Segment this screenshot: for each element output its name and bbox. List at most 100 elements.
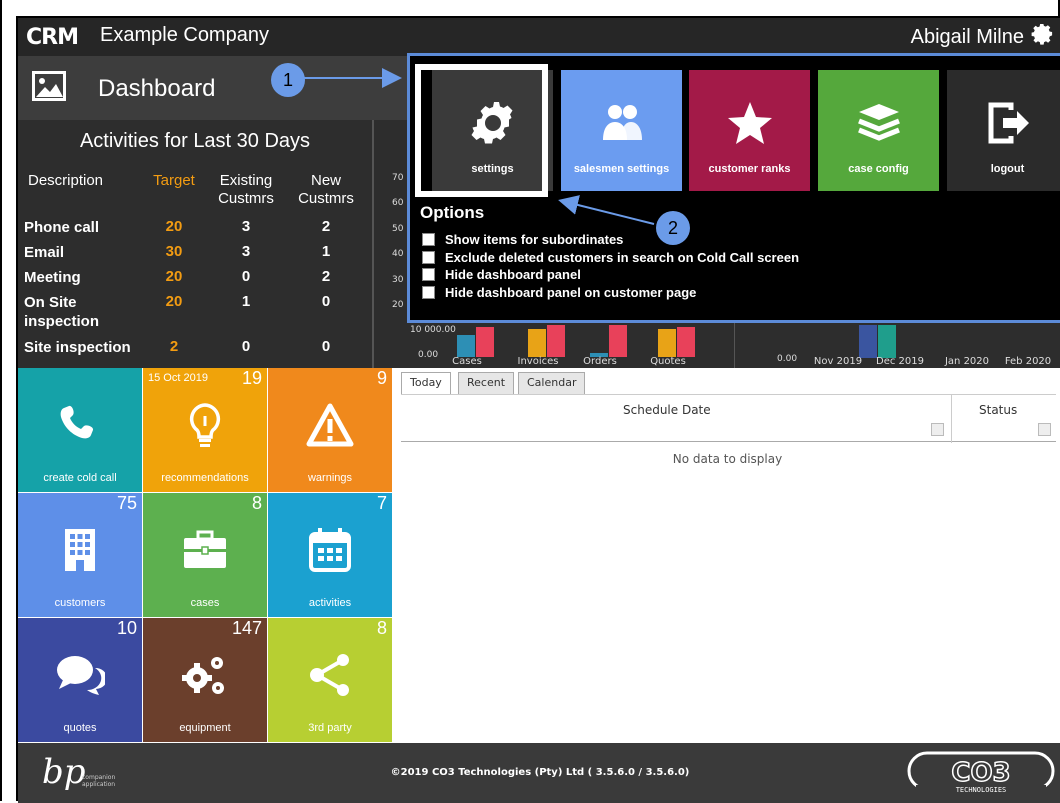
option-label: Exclude deleted customers in search on C…: [445, 249, 800, 265]
users-icon: [603, 105, 642, 140]
tile-label: warnings: [307, 472, 353, 484]
activity-existing: 3: [241, 218, 251, 235]
tile-count: 19: [241, 368, 262, 388]
warning-icon: [306, 403, 354, 447]
crm-app: CRM Example Company Abigail Milne Dashbo…: [16, 16, 1060, 803]
activity-existing: 1: [241, 293, 251, 310]
company-name: Example Company: [100, 24, 269, 46]
tile-date: 15 Oct 2019: [148, 372, 208, 384]
activity-description: Site inspection: [24, 339, 131, 356]
options-title: Options: [420, 203, 485, 222]
chart1-bar: [658, 329, 676, 357]
menu-case-config[interactable]: case config: [818, 70, 939, 191]
option-checkbox[interactable]: [422, 285, 435, 299]
crm-logo[interactable]: CRM: [26, 25, 79, 50]
option-row[interactable]: Hide dashboard panel: [422, 267, 581, 283]
tile-create-cold-call[interactable]: create cold call: [18, 368, 143, 493]
tile-equipment[interactable]: 147 equipment: [143, 618, 268, 743]
chart1-bar: [609, 325, 627, 357]
page-title: Dashboard: [98, 75, 216, 102]
tile-cases[interactable]: 8 cases: [143, 493, 268, 618]
settings-menu-popup: settings salesmen settings customer ranks c…: [407, 53, 1060, 323]
tile-recommendations[interactable]: 15 Oct 2019 19 recommendations: [143, 368, 268, 493]
chart1-bar: [547, 325, 565, 357]
svg-text:application: application: [82, 781, 115, 788]
tile-label: activities: [308, 597, 352, 609]
callout-1: 1: [271, 63, 305, 97]
option-checkbox[interactable]: [422, 233, 435, 246]
menu-customer-ranks[interactable]: customer ranks: [689, 70, 810, 191]
chart1-ytick: 10 000.00: [410, 325, 456, 335]
filter-schedule-date[interactable]: [931, 423, 944, 436]
col-status[interactable]: Status: [979, 403, 1017, 417]
chart1-ytick: 30: [392, 275, 404, 285]
chart1-ytick: 70: [392, 173, 404, 183]
tile-activities[interactable]: 7 activities: [268, 493, 393, 618]
tab-recent[interactable]: Recent: [458, 372, 515, 394]
activity-target: 30: [165, 243, 183, 260]
menu-label: salesmen settings: [573, 163, 670, 175]
col-schedule-date[interactable]: Schedule Date: [623, 403, 711, 417]
option-row[interactable]: Show items for subordinates: [422, 232, 623, 248]
menu-salesmen-settings[interactable]: salesmen settings: [561, 70, 682, 191]
activity-target: 20: [165, 268, 183, 285]
top-bar: CRM Example Company Abigail Milne: [18, 18, 1060, 56]
chart1-ytick: 40: [392, 249, 404, 259]
column-divider: [951, 395, 952, 443]
tile-quotes[interactable]: 10 quotes: [18, 618, 143, 743]
chart1-ytick: 0.00: [418, 350, 438, 360]
tile-label: 3rd party: [308, 722, 352, 734]
menu-logout[interactable]: logout: [947, 70, 1060, 191]
option-row[interactable]: Hide dashboard panel on customer page: [422, 285, 696, 301]
menu-label: logout: [990, 163, 1025, 175]
calendar-icon: [309, 528, 351, 572]
chart2-bar: [859, 325, 877, 358]
option-label: Hide dashboard panel on customer page: [445, 284, 697, 300]
menu-label: case config: [848, 163, 909, 175]
tab-calendar[interactable]: Calendar: [518, 372, 586, 394]
chart1-bar: [677, 327, 695, 357]
tile-count: 10: [116, 618, 137, 638]
lightbulb-icon: [189, 403, 221, 447]
activity-description: Meeting: [24, 269, 81, 286]
chart2-xtick: Dec 2019: [876, 356, 924, 367]
chart1-bar: [476, 327, 494, 357]
option-row[interactable]: Exclude deleted customers in search on C…: [422, 250, 799, 266]
chart1-xtick: Cases: [452, 356, 482, 367]
tile-warnings[interactable]: 9 warnings: [268, 368, 393, 493]
tile-label: recommendations: [161, 472, 249, 484]
option-checkbox[interactable]: [422, 250, 435, 264]
filter-status[interactable]: [1038, 423, 1051, 436]
activity-existing: 3: [241, 243, 251, 260]
tile-customers[interactable]: 75 customers: [18, 493, 143, 618]
tile-label: equipment: [179, 722, 231, 734]
star-icon: [728, 102, 772, 144]
share-icon: [310, 654, 349, 696]
chart1-ytick: 50: [392, 224, 404, 234]
option-checkbox[interactable]: [422, 268, 435, 281]
gear-icon[interactable]: [1030, 22, 1056, 48]
activity-existing: 0: [241, 338, 251, 355]
chart-separator: [372, 120, 374, 368]
building-icon: [65, 529, 95, 571]
schedule-header: Schedule Date Status: [401, 394, 1056, 443]
chart1-bar: [528, 329, 546, 357]
user-name[interactable]: Abigail Milne: [911, 26, 1024, 49]
tile-label: cases: [190, 597, 220, 609]
chart2-xtick: Nov 2019: [814, 356, 862, 367]
activities-panel: Activities for Last 30 Days Description …: [18, 120, 372, 368]
chart1-bar: [457, 335, 475, 357]
col-description: Description: [28, 172, 104, 189]
tab-today[interactable]: Today: [401, 372, 451, 395]
chart1-xtick: Quotes: [650, 356, 686, 367]
callout-2: 2: [656, 211, 690, 245]
chart1-xtick: Orders: [583, 356, 617, 367]
tile-label: quotes: [63, 722, 97, 734]
tile-count: 8: [376, 618, 387, 638]
chart2-ytick: 0.00: [777, 354, 797, 364]
svg-text:TECHNOLOGIES: TECHNOLOGIES: [956, 786, 1007, 794]
briefcase-icon: [184, 530, 226, 568]
tile-count: 7: [376, 493, 387, 513]
tile-count: 9: [376, 368, 387, 388]
tile-3rd-party[interactable]: 8 3rd party: [268, 618, 393, 743]
